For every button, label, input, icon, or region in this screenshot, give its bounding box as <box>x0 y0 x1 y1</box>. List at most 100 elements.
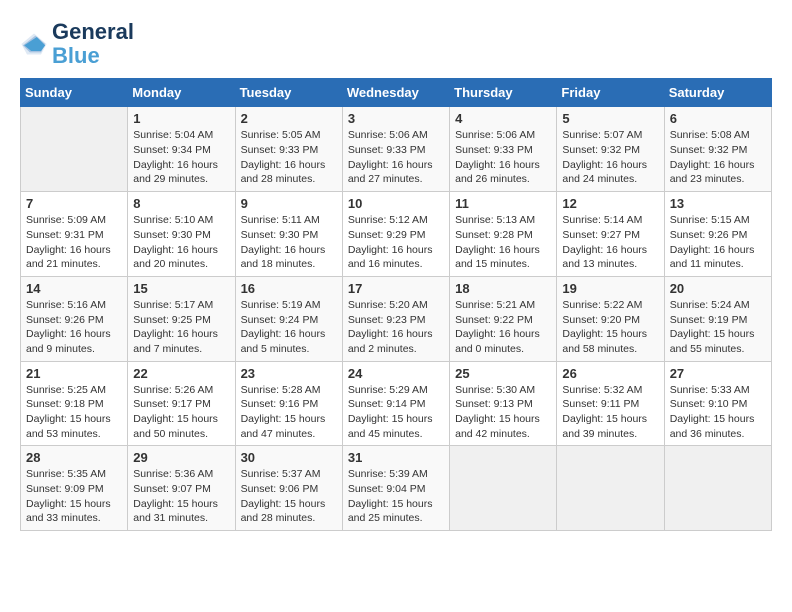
day-info: Sunrise: 5:07 AM Sunset: 9:32 PM Dayligh… <box>562 128 658 187</box>
day-number: 30 <box>241 450 337 465</box>
day-cell: 21 Sunrise: 5:25 AM Sunset: 9:18 PM Dayli… <box>21 361 128 446</box>
day-info: Sunrise: 5:32 AM Sunset: 9:11 PM Dayligh… <box>562 383 658 442</box>
day-info: Sunrise: 5:25 AM Sunset: 9:18 PM Dayligh… <box>26 383 122 442</box>
day-info: Sunrise: 5:22 AM Sunset: 9:20 PM Dayligh… <box>562 298 658 357</box>
day-cell: 28 Sunrise: 5:35 AM Sunset: 9:09 PM Dayli… <box>21 446 128 531</box>
day-number: 8 <box>133 196 229 211</box>
day-info: Sunrise: 5:30 AM Sunset: 9:13 PM Dayligh… <box>455 383 551 442</box>
day-number: 28 <box>26 450 122 465</box>
day-info: Sunrise: 5:17 AM Sunset: 9:25 PM Dayligh… <box>133 298 229 357</box>
day-cell: 16Sunrise: 5:19 AM Sunset: 9:24 PM Dayli… <box>235 276 342 361</box>
day-cell: 9 Sunrise: 5:11 AM Sunset: 9:30 PM Daylig… <box>235 192 342 277</box>
week-row-1: 1Sunrise: 5:04 AM Sunset: 9:34 PM Daylig… <box>21 107 772 192</box>
day-info: Sunrise: 5:33 AM Sunset: 9:10 PM Dayligh… <box>670 383 766 442</box>
day-number: 22 <box>133 366 229 381</box>
day-info: Sunrise: 5:24 AM Sunset: 9:19 PM Dayligh… <box>670 298 766 357</box>
day-cell: 6Sunrise: 5:08 AM Sunset: 9:32 PM Daylig… <box>664 107 771 192</box>
day-cell: 26 Sunrise: 5:32 AM Sunset: 9:11 PM Dayli… <box>557 361 664 446</box>
day-cell: 18Sunrise: 5:21 AM Sunset: 9:22 PM Dayli… <box>450 276 557 361</box>
day-info: Sunrise: 5:36 AM Sunset: 9:07 PM Dayligh… <box>133 467 229 526</box>
day-info: Sunrise: 5:12 AM Sunset: 9:29 PM Dayligh… <box>348 213 444 272</box>
day-number: 12 <box>562 196 658 211</box>
day-info: Sunrise: 5:29 AM Sunset: 9:14 PM Dayligh… <box>348 383 444 442</box>
day-cell <box>557 446 664 531</box>
week-row-4: 21 Sunrise: 5:25 AM Sunset: 9:18 PM Dayli… <box>21 361 772 446</box>
day-cell: 15Sunrise: 5:17 AM Sunset: 9:25 PM Dayli… <box>128 276 235 361</box>
day-number: 27 <box>670 366 766 381</box>
header-cell-thursday: Thursday <box>450 79 557 107</box>
day-number: 5 <box>562 111 658 126</box>
day-number: 9 <box>241 196 337 211</box>
header-row: SundayMondayTuesdayWednesdayThursdayFrid… <box>21 79 772 107</box>
day-number: 21 <box>26 366 122 381</box>
day-cell: 23Sunrise: 5:28 AM Sunset: 9:16 PM Dayli… <box>235 361 342 446</box>
day-cell <box>21 107 128 192</box>
day-info: Sunrise: 5:15 AM Sunset: 9:26 PM Dayligh… <box>670 213 766 272</box>
day-cell: 24 Sunrise: 5:29 AM Sunset: 9:14 PM Dayli… <box>342 361 449 446</box>
day-cell: 19 Sunrise: 5:22 AM Sunset: 9:20 PM Dayli… <box>557 276 664 361</box>
day-number: 13 <box>670 196 766 211</box>
day-info: Sunrise: 5:05 AM Sunset: 9:33 PM Dayligh… <box>241 128 337 187</box>
page-header: General Blue <box>20 20 772 68</box>
day-cell: 31 Sunrise: 5:39 AM Sunset: 9:04 PM Dayli… <box>342 446 449 531</box>
week-row-3: 14 Sunrise: 5:16 AM Sunset: 9:26 PM Dayli… <box>21 276 772 361</box>
logo-text: General Blue <box>52 20 134 68</box>
header-cell-sunday: Sunday <box>21 79 128 107</box>
day-number: 7 <box>26 196 122 211</box>
day-number: 19 <box>562 281 658 296</box>
day-cell: 13 Sunrise: 5:15 AM Sunset: 9:26 PM Dayli… <box>664 192 771 277</box>
day-cell: 7 Sunrise: 5:09 AM Sunset: 9:31 PM Daylig… <box>21 192 128 277</box>
day-cell: 4 Sunrise: 5:06 AM Sunset: 9:33 PM Daylig… <box>450 107 557 192</box>
logo-icon <box>20 30 48 58</box>
day-info: Sunrise: 5:13 AM Sunset: 9:28 PM Dayligh… <box>455 213 551 272</box>
calendar-table: SundayMondayTuesdayWednesdayThursdayFrid… <box>20 78 772 531</box>
week-row-2: 7 Sunrise: 5:09 AM Sunset: 9:31 PM Daylig… <box>21 192 772 277</box>
day-number: 20 <box>670 281 766 296</box>
day-number: 31 <box>348 450 444 465</box>
day-cell: 29 Sunrise: 5:36 AM Sunset: 9:07 PM Dayli… <box>128 446 235 531</box>
day-number: 6 <box>670 111 766 126</box>
day-cell: 20 Sunrise: 5:24 AM Sunset: 9:19 PM Dayli… <box>664 276 771 361</box>
day-cell <box>664 446 771 531</box>
day-number: 17 <box>348 281 444 296</box>
day-cell: 2 Sunrise: 5:05 AM Sunset: 9:33 PM Daylig… <box>235 107 342 192</box>
header-cell-friday: Friday <box>557 79 664 107</box>
day-info: Sunrise: 5:39 AM Sunset: 9:04 PM Dayligh… <box>348 467 444 526</box>
day-info: Sunrise: 5:35 AM Sunset: 9:09 PM Dayligh… <box>26 467 122 526</box>
day-info: Sunrise: 5:09 AM Sunset: 9:31 PM Dayligh… <box>26 213 122 272</box>
day-number: 10 <box>348 196 444 211</box>
day-number: 4 <box>455 111 551 126</box>
day-number: 18 <box>455 281 551 296</box>
day-number: 26 <box>562 366 658 381</box>
day-cell: 3Sunrise: 5:06 AM Sunset: 9:33 PM Daylig… <box>342 107 449 192</box>
day-cell: 30Sunrise: 5:37 AM Sunset: 9:06 PM Dayli… <box>235 446 342 531</box>
header-cell-tuesday: Tuesday <box>235 79 342 107</box>
day-cell: 11Sunrise: 5:13 AM Sunset: 9:28 PM Dayli… <box>450 192 557 277</box>
day-cell: 17 Sunrise: 5:20 AM Sunset: 9:23 PM Dayli… <box>342 276 449 361</box>
day-info: Sunrise: 5:16 AM Sunset: 9:26 PM Dayligh… <box>26 298 122 357</box>
day-number: 29 <box>133 450 229 465</box>
day-info: Sunrise: 5:26 AM Sunset: 9:17 PM Dayligh… <box>133 383 229 442</box>
day-number: 1 <box>133 111 229 126</box>
logo: General Blue <box>20 20 134 68</box>
day-info: Sunrise: 5:11 AM Sunset: 9:30 PM Dayligh… <box>241 213 337 272</box>
header-cell-saturday: Saturday <box>664 79 771 107</box>
day-cell <box>450 446 557 531</box>
day-cell: 22 Sunrise: 5:26 AM Sunset: 9:17 PM Dayli… <box>128 361 235 446</box>
day-info: Sunrise: 5:06 AM Sunset: 9:33 PM Dayligh… <box>455 128 551 187</box>
day-cell: 10 Sunrise: 5:12 AM Sunset: 9:29 PM Dayli… <box>342 192 449 277</box>
day-number: 24 <box>348 366 444 381</box>
day-number: 23 <box>241 366 337 381</box>
day-cell: 27 Sunrise: 5:33 AM Sunset: 9:10 PM Dayli… <box>664 361 771 446</box>
day-number: 16 <box>241 281 337 296</box>
day-number: 14 <box>26 281 122 296</box>
day-info: Sunrise: 5:20 AM Sunset: 9:23 PM Dayligh… <box>348 298 444 357</box>
header-cell-wednesday: Wednesday <box>342 79 449 107</box>
day-number: 2 <box>241 111 337 126</box>
day-cell: 25 Sunrise: 5:30 AM Sunset: 9:13 PM Dayli… <box>450 361 557 446</box>
day-cell: 14 Sunrise: 5:16 AM Sunset: 9:26 PM Dayli… <box>21 276 128 361</box>
day-cell: 1Sunrise: 5:04 AM Sunset: 9:34 PM Daylig… <box>128 107 235 192</box>
day-number: 3 <box>348 111 444 126</box>
day-info: Sunrise: 5:14 AM Sunset: 9:27 PM Dayligh… <box>562 213 658 272</box>
day-number: 25 <box>455 366 551 381</box>
